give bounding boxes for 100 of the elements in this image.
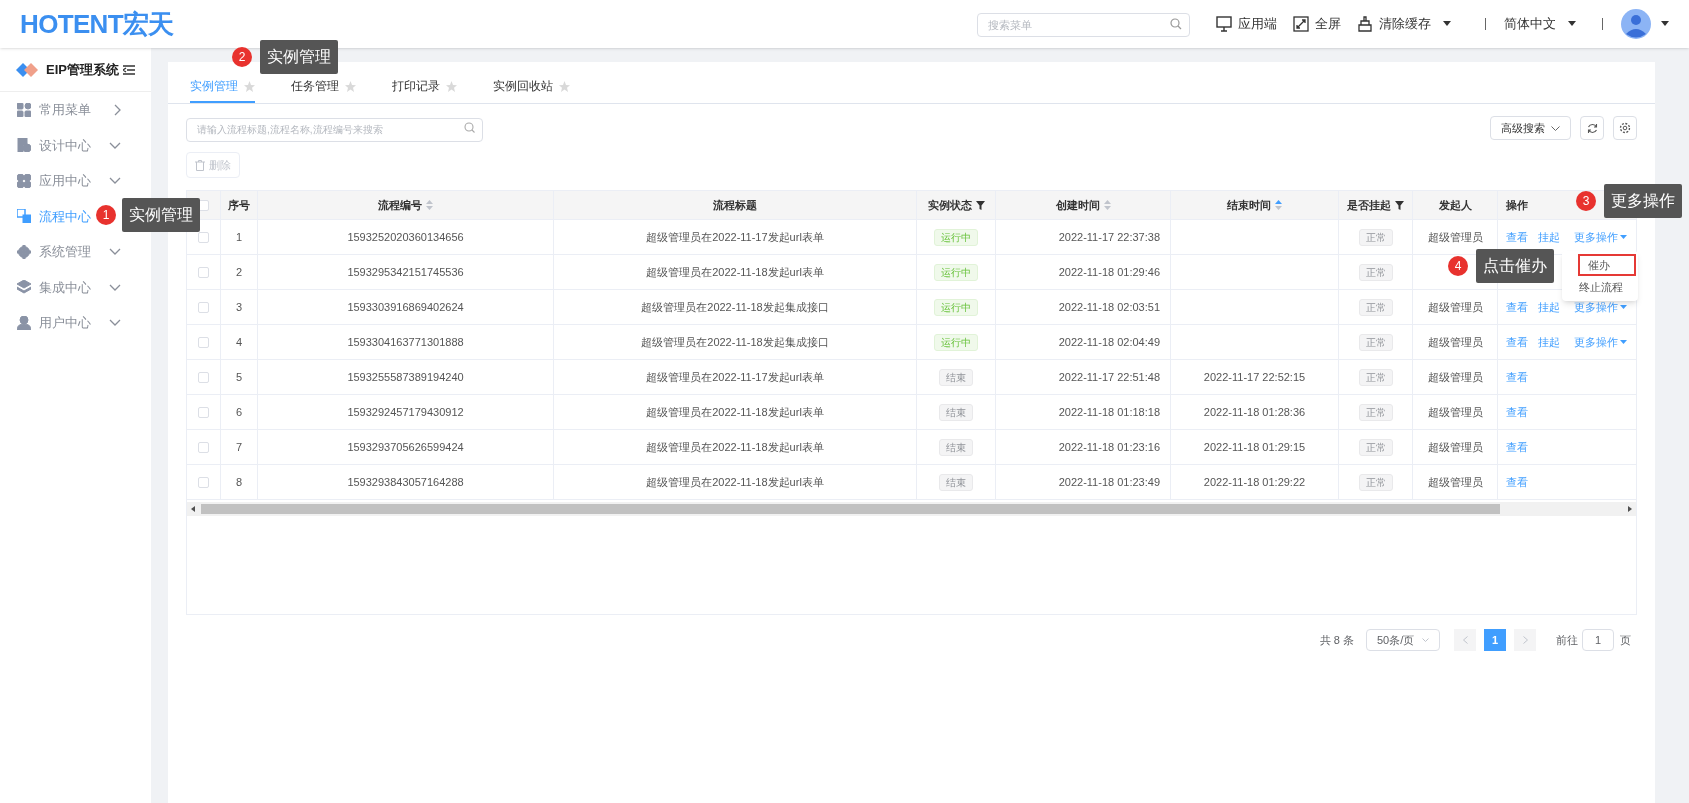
sidebar-item[interactable]: 用户中心 [17, 313, 91, 333]
link[interactable]: 挂起 [1538, 298, 1560, 316]
collapse-icon[interactable] [123, 64, 135, 75]
column-header[interactable]: 流程编号 [378, 196, 422, 214]
column-header[interactable]: 结束时间 [1227, 196, 1271, 214]
sidebar-item[interactable]: 集成中心 [17, 277, 91, 297]
more-actions-link[interactable]: 更多操作 [1574, 298, 1627, 316]
callout-label: 更多操作 [1604, 184, 1682, 218]
sort-icon[interactable] [426, 200, 433, 210]
table-cell-text: 超级管理员在2022-11-17发起url表单 [646, 229, 824, 245]
chevron-left-icon [1462, 636, 1468, 644]
header-action[interactable]: 应用端 [1216, 14, 1277, 34]
menu-item[interactable]: 终止流程 [1562, 276, 1638, 298]
table-cell-text: 1593293705626599424 [347, 439, 464, 455]
link[interactable]: 查看 [1506, 473, 1528, 491]
header-action[interactable]: 全屏 [1293, 14, 1341, 34]
filter-icon[interactable] [975, 200, 985, 210]
link[interactable]: 查看 [1506, 438, 1528, 456]
sidebar-item[interactable]: 应用中心 [17, 171, 91, 191]
sidebar-item[interactable]: 常用菜单 [17, 100, 91, 120]
filter-icon[interactable] [1395, 200, 1404, 210]
checkbox[interactable] [198, 301, 209, 313]
table-cell-text: 超级管理员在2022-11-18发起集成接口 [641, 299, 829, 315]
chevron-right-icon [1522, 636, 1528, 644]
user-icon [17, 315, 31, 330]
checkbox[interactable] [198, 336, 209, 348]
sidebar-item[interactable]: 流程中心 [17, 206, 91, 226]
checkbox[interactable] [198, 231, 209, 243]
checkbox[interactable] [198, 441, 209, 453]
checkbox[interactable] [198, 476, 209, 488]
link[interactable]: 查看 [1506, 368, 1528, 386]
checkbox[interactable] [198, 371, 209, 383]
callout-label: 实例管理 [122, 198, 200, 232]
column-header[interactable]: 发起人 [1438, 196, 1472, 214]
table-cell-text: 6 [235, 404, 243, 420]
header-action[interactable]: 简体中文 [1504, 14, 1576, 34]
status-tag: 结束 [939, 473, 973, 491]
page-size-select[interactable]: 50条/页 [1366, 629, 1440, 651]
checkbox[interactable] [198, 406, 209, 418]
star-icon [345, 80, 356, 92]
callout-label: 点击催办 [1476, 249, 1554, 283]
column-header[interactable]: 是否挂起 [1347, 196, 1391, 214]
next-page-button[interactable] [1514, 629, 1536, 651]
page-button[interactable]: 1 [1484, 629, 1506, 651]
search-field[interactable]: 请输入流程标题,流程名称,流程编号来搜索 [186, 117, 483, 142]
search-field[interactable]: 搜索菜单 [977, 13, 1190, 37]
suspend-tag: 正常 [1358, 403, 1393, 421]
column-header[interactable]: 流程标题 [713, 196, 757, 214]
column-header[interactable]: 操作 [1506, 196, 1528, 214]
menu-item[interactable]: 催办 [1578, 254, 1636, 276]
more-actions-link[interactable]: 更多操作 [1574, 228, 1627, 246]
chevron-right-icon [114, 103, 121, 116]
table-cell-text: 超级管理员在2022-11-18发起集成接口 [641, 334, 829, 350]
tab[interactable]: 任务管理 [291, 75, 356, 103]
table-cell-text: 超级管理员 [1427, 404, 1483, 420]
table-cell-text: 超级管理员在2022-11-17发起url表单 [646, 369, 824, 385]
link[interactable]: 挂起 [1538, 228, 1560, 246]
tab[interactable]: 实例回收站 [493, 75, 570, 103]
table-cell-text: 2022-11-17 22:52:15 [1203, 369, 1306, 385]
previous-page-button[interactable] [1454, 629, 1476, 651]
sidebar-item[interactable]: 设计中心 [17, 135, 91, 155]
table-cell-text: 1593255587389194240 [347, 369, 464, 385]
sort-icon[interactable] [1103, 200, 1111, 210]
chevron-down-icon [109, 319, 121, 327]
table-cell-text: 超级管理员在2022-11-18发起url表单 [646, 404, 824, 420]
link[interactable]: 查看 [1506, 298, 1528, 316]
link[interactable]: 查看 [1506, 403, 1528, 421]
status-tag: 运行中 [934, 298, 978, 316]
callout-label: 实例管理 [260, 40, 338, 74]
tab[interactable]: 打印记录 [392, 75, 457, 103]
horizontal-scrollbar[interactable] [187, 502, 1636, 516]
squares-icon [17, 209, 31, 224]
suspend-tag: 正常 [1358, 228, 1393, 246]
chevron-down-icon [1422, 638, 1429, 642]
more-actions-link[interactable]: 更多操作 [1574, 333, 1627, 351]
column-header[interactable]: 创建时间 [1055, 196, 1100, 214]
trash-icon [195, 159, 205, 171]
suspend-tag: 正常 [1358, 473, 1393, 491]
table-cell-text: 2022-11-18 01:29:15 [1203, 439, 1306, 455]
broom-icon [1357, 16, 1373, 32]
sort-icon[interactable] [1275, 200, 1282, 210]
link[interactable]: 挂起 [1538, 333, 1560, 351]
star-icon [559, 80, 570, 92]
chevron-down-icon [1551, 125, 1560, 131]
sidebar-item[interactable]: 系统管理 [17, 242, 91, 262]
table-cell-text: 1593304163771301888 [347, 334, 464, 350]
column-header[interactable]: 序号 [228, 196, 250, 214]
link[interactable]: 查看 [1506, 333, 1528, 351]
link[interactable]: 查看 [1506, 228, 1528, 246]
checkbox[interactable] [198, 266, 209, 278]
table-cell-text: 2 [235, 264, 243, 280]
table-cell-text: 1593292457179430912 [347, 404, 464, 420]
settings-button[interactable] [1613, 116, 1637, 140]
page-input[interactable]: 1 [1582, 629, 1614, 651]
refresh-button[interactable] [1580, 116, 1604, 140]
advanced-search-button[interactable]: 高级搜索 [1490, 116, 1571, 140]
table-cell-text: 超级管理员 [1427, 299, 1483, 315]
column-header[interactable]: 实例状态 [927, 196, 972, 214]
tab[interactable]: 实例管理 [190, 75, 255, 103]
header-action[interactable]: 清除缓存 [1357, 14, 1451, 34]
